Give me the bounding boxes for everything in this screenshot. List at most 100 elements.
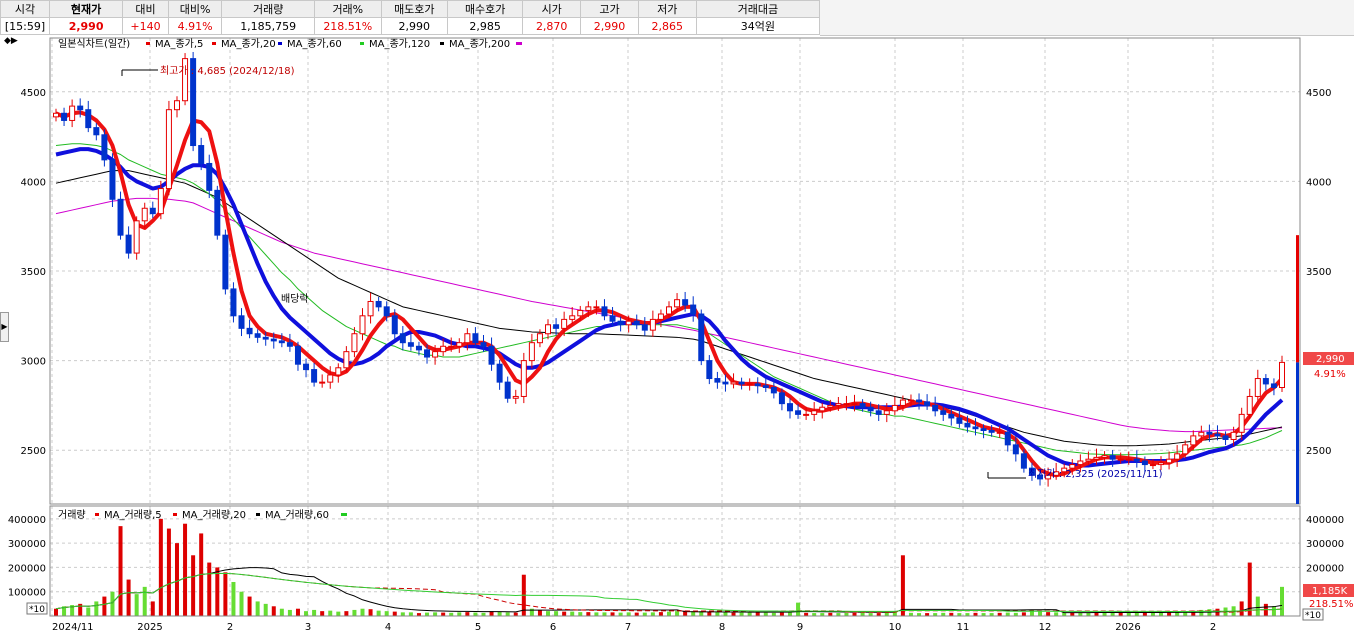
candle-body — [278, 340, 285, 344]
volume-bar — [1118, 612, 1123, 616]
candle-body — [754, 383, 761, 387]
candle-body — [1214, 433, 1221, 437]
volume-bar — [425, 612, 430, 616]
quote-volume-pct: 218.51% — [314, 17, 382, 35]
volume-bar — [1046, 612, 1051, 616]
stock-chart[interactable]: 2500250030003000350035004000400045004500… — [0, 36, 1354, 640]
volume-bar — [1150, 612, 1155, 616]
volume-bar — [1239, 601, 1244, 616]
candle-body — [520, 360, 527, 397]
volume-bar — [376, 610, 381, 616]
time-tick-label: 10 — [889, 622, 902, 633]
volume-bar — [787, 612, 792, 616]
volume-bar — [505, 612, 510, 616]
quote-header-change-pct: 대비% — [167, 0, 223, 18]
candle-body — [165, 109, 172, 190]
candle-body — [940, 410, 947, 415]
time-tick-label: 9 — [797, 622, 803, 633]
time-tick-label: 2025 — [137, 622, 162, 633]
quote-change: +140 — [122, 17, 169, 35]
candle-body — [424, 349, 431, 358]
time-tick-label: 2 — [1210, 622, 1216, 633]
volume-bar — [1038, 611, 1043, 616]
candle-body — [133, 220, 140, 254]
volume-tick-right: 300000 — [1306, 539, 1344, 550]
volume-bar — [215, 567, 220, 616]
volume-legend-text-3: MA_거래량,60 — [265, 509, 329, 521]
volume-bar — [634, 612, 639, 616]
candle-body — [1166, 458, 1173, 464]
volume-legend-marker-1 — [173, 513, 177, 516]
price-legend-marker-2 — [278, 42, 282, 45]
candle-body — [843, 403, 850, 406]
volume-bar — [570, 611, 575, 616]
volume-bar — [328, 610, 333, 616]
candle-body — [93, 127, 100, 136]
volume-bar — [1054, 612, 1059, 616]
volume-bar — [658, 612, 663, 616]
price-legend-marker-0 — [146, 42, 150, 45]
candle-body — [109, 159, 116, 200]
price-legend-text-5: MA_종가,200 — [449, 38, 510, 50]
quote-header-volume: 거래량 — [221, 0, 316, 18]
price-legend-text-3: MA_종가,60 — [287, 38, 342, 50]
volume-bar — [1005, 612, 1010, 616]
panel-expand-handle[interactable]: ▶ — [0, 312, 9, 342]
candle-body — [480, 342, 487, 347]
time-tick-label: 2 — [227, 622, 233, 633]
volume-bar — [207, 562, 212, 616]
candle-body — [456, 342, 463, 347]
candle-body — [222, 234, 229, 290]
volume-bar — [174, 543, 179, 616]
time-tick-label: 2024/11 — [52, 622, 94, 633]
volume-bar — [562, 611, 567, 616]
candle-body — [182, 58, 189, 102]
volume-bar — [54, 608, 58, 616]
candle-body — [577, 309, 584, 317]
candle-body — [496, 363, 503, 383]
candle-body — [101, 134, 108, 161]
price-range-indicator-down — [1296, 362, 1299, 504]
low-price-label: 최저가 : 2,325 (2025/11/11) — [1028, 468, 1163, 480]
quote-header-low: 저가 — [637, 0, 697, 18]
candle-body — [996, 431, 1003, 434]
candle-body — [504, 381, 511, 399]
price-legend: 일본식차트(일간) MA_종가,5 MA_종가,20 MA_종가,60 MA_종… — [58, 38, 522, 50]
candle-body — [730, 381, 737, 385]
candle-body — [1020, 453, 1027, 469]
quote-header-row: 시각 현재가 대비 대비% 거래량 거래% 매도호가 매수호가 시가 고가 저가… — [0, 0, 821, 18]
candle-body — [472, 333, 479, 344]
volume-bar — [134, 594, 139, 616]
candle-body — [512, 395, 519, 399]
candle-body — [875, 410, 882, 415]
volume-bar — [1126, 612, 1131, 616]
candle-body — [867, 406, 874, 412]
chart-tool-toggle[interactable]: ◆▶ — [4, 36, 18, 46]
price-tick-left: 3500 — [21, 267, 46, 278]
candle-body — [972, 426, 979, 430]
candle-body — [762, 385, 769, 389]
candle-body — [464, 333, 471, 344]
volume-bar — [1255, 596, 1260, 616]
candle-body — [1190, 435, 1197, 446]
volume-bar — [546, 611, 551, 616]
candle-body — [399, 333, 406, 344]
volume-bar — [142, 586, 147, 616]
candle-body — [706, 360, 713, 380]
candle-body — [682, 299, 689, 306]
volume-legend-text-0: 거래량 — [58, 509, 86, 521]
toolbar-filler — [820, 0, 1354, 36]
candle-body — [964, 422, 971, 428]
price-legend-marker-3 — [360, 42, 364, 45]
volume-bar — [336, 611, 341, 616]
candle-body — [811, 410, 818, 415]
volume-bar — [723, 612, 728, 616]
candle-body — [367, 300, 374, 317]
candle-body — [407, 342, 414, 347]
price-tick-left: 3000 — [21, 357, 46, 368]
candle-body — [835, 403, 842, 406]
candle-body — [117, 198, 124, 236]
candle-body — [141, 207, 148, 222]
candle-body — [770, 387, 777, 394]
candle-body — [948, 413, 955, 419]
